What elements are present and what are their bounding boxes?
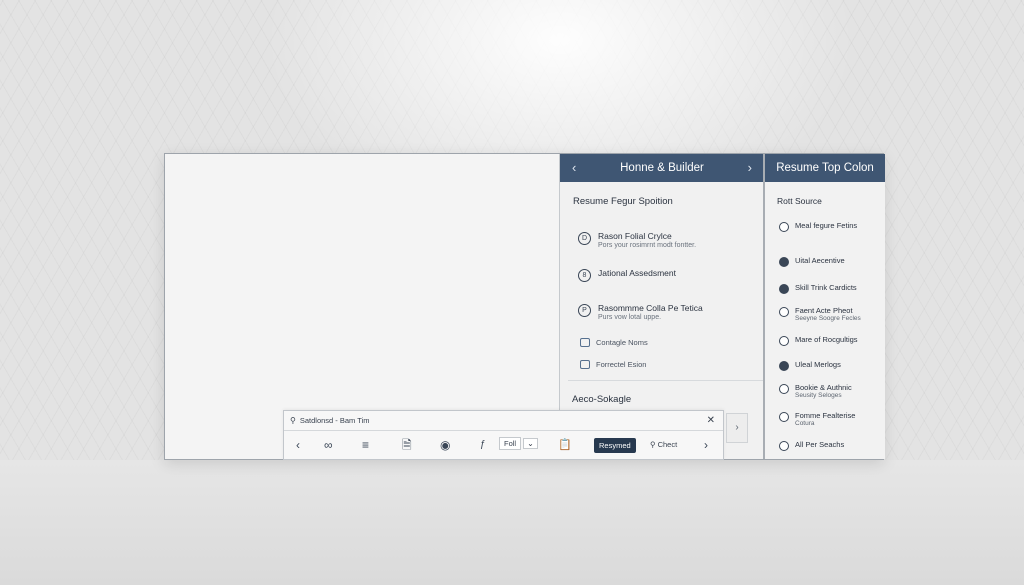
item-subtitle: Cotura [795,420,815,427]
tool-row: ‹ ∞ ≡ 🗎 ◉ ƒ Foll ⌄ 📋 Resymed ⚲ Chect › [284,431,723,460]
item-title: Uital Aecentive [795,256,845,265]
forrectel-esion-link[interactable]: Forrectel Esion [580,360,646,369]
right-item-1[interactable]: Meal fegure Fetins [779,221,857,232]
search-input[interactable]: Satdlonsd - Bam Tim [300,416,370,425]
option-title: Jational Assedsment [598,268,676,278]
builder-option-1[interactable]: D Rason Folial Crylce Pors your rosimrnt… [578,231,696,249]
item-title: Skill Trink Cardicts [795,283,857,292]
item-icon [779,361,789,371]
right-section-title: Rott Source [777,196,822,206]
option-title: Rason Folial Crylce [598,231,672,241]
chevron-right-icon[interactable]: › [704,437,708,453]
builder-option-2[interactable]: 8 Jational Assedsment [578,268,676,282]
lock-icon [580,338,590,347]
link-icon[interactable]: ∞ [324,437,333,453]
font-select-value[interactable]: Foll [499,437,522,450]
primary-action-button[interactable]: Resymed [594,438,636,453]
right-panel: Resume Top Colon Rott Source Meal fegure… [763,154,885,459]
small-item-label: Contagle Noms [596,338,648,347]
chevron-left-icon[interactable]: ‹ [572,160,576,175]
item-title: Mare of Rocgultigs [795,335,858,344]
item-icon [779,384,789,394]
item-title: Meal fegure Fetins [795,221,858,230]
align-icon[interactable]: ≡ [362,437,369,453]
option-icon: 8 [578,269,591,282]
small-item-label: Forrectel Esion [596,360,647,369]
item-icon [779,222,789,232]
search-icon: ⚲ [290,416,296,425]
builder-panel-header: ‹ Honne & Builder › [560,154,764,182]
right-panel-title: Resume Top Colon [776,162,874,174]
option-subtitle: Purs vow lotal uppe. [598,314,662,321]
item-icon [779,307,789,317]
right-item-9[interactable]: All Per Seachs [779,440,844,451]
item-title: All Per Seachs [795,440,845,449]
builder-option-3[interactable]: P Rasommme Colla Pe Tetica Purs vow lota… [578,303,703,321]
right-item-6[interactable]: Uleal Merlogs [779,360,841,371]
item-icon [779,336,789,346]
chevron-down-icon[interactable]: ⌄ [523,438,538,449]
option-title: Rasommme Colla Pe Tetica [598,303,703,313]
chevron-left-icon[interactable]: ‹ [296,437,300,453]
font-select[interactable]: Foll ⌄ [496,437,538,450]
check-button[interactable]: ⚲ Chect [650,440,677,449]
item-subtitle: Seusity Seloges [795,392,842,399]
search-row[interactable]: ⚲ Satdlonsd - Bam Tim ✕ [284,411,723,431]
option-subtitle: Pors your rosimrnt modt fontter. [598,242,697,249]
check-label: Chect [657,440,678,449]
item-subtitle: Seeyne Soogre Fecles [795,315,861,322]
clipboard-icon[interactable]: 📋 [558,437,572,453]
contagle-noms-link[interactable]: Contagle Noms [580,338,648,347]
record-icon[interactable]: ◉ [440,437,450,453]
item-title: Bookie & Authnic [795,383,852,392]
option-icon: D [578,232,591,245]
close-icon[interactable]: ✕ [707,415,715,426]
item-icon [779,257,789,267]
right-item-8[interactable]: Fomme Fealterise Cotura [779,411,855,427]
floor-backdrop [0,460,1024,585]
item-title: Faent Acte Pheot [795,306,853,315]
auto-section-title: Aeco-Sokagle [572,394,632,405]
option-icon: P [578,304,591,317]
right-item-5[interactable]: Mare of Rocgultigs [779,335,858,346]
item-icon [779,412,789,422]
builder-panel-title: Honne & Builder [620,162,704,174]
right-panel-header: Resume Top Colon [765,154,885,182]
item-icon [779,284,789,294]
calendar-icon [580,360,590,369]
font-icon[interactable]: ƒ [480,437,486,453]
item-title: Fomme Fealterise [795,411,856,420]
chevron-right-icon[interactable]: › [748,160,752,175]
right-item-4[interactable]: Faent Acte Pheot Seeyne Soogre Fecles [779,306,861,322]
builder-section-title: Resume Fegur Spoition [573,196,673,207]
item-title: Uleal Merlogs [795,360,841,369]
document-icon[interactable]: 🗎 [402,437,412,453]
panel-next-button[interactable]: › [726,413,748,443]
item-icon [779,441,789,451]
section-divider [568,380,764,381]
bottom-toolbar: ⚲ Satdlonsd - Bam Tim ✕ ‹ ∞ ≡ 🗎 ◉ ƒ Foll… [283,410,724,460]
right-item-7[interactable]: Bookie & Authnic Seusity Seloges [779,383,852,399]
right-item-2[interactable]: Uital Aecentive [779,256,845,267]
right-item-3[interactable]: Skill Trink Cardicts [779,283,857,294]
